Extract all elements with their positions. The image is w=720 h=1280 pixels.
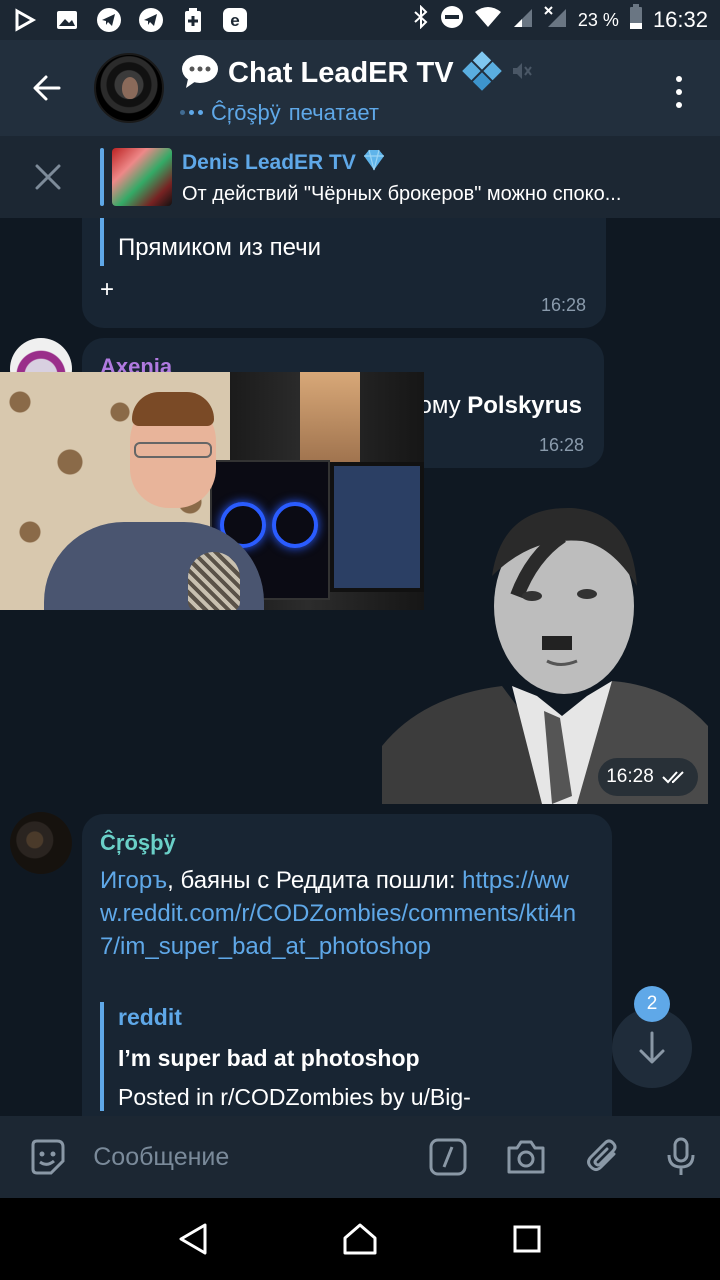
- quote-author: K.O.H.Я.: [118, 218, 321, 226]
- message-input[interactable]: [93, 1127, 394, 1187]
- quote-text: Прямиком из печи: [118, 234, 322, 261]
- system-nav-bar: [0, 1198, 720, 1280]
- nav-back-button[interactable]: [163, 1209, 223, 1269]
- pinned-accent-bar: [100, 148, 104, 206]
- back-button[interactable]: [0, 40, 94, 136]
- diamond-icon: [362, 149, 386, 177]
- typing-text: печатает: [288, 99, 379, 125]
- camera-button[interactable]: [487, 1116, 565, 1198]
- preview-description: Posted in r/CODZombies by u/Big-: [118, 1084, 471, 1110]
- emoji-button[interactable]: [0, 1116, 93, 1198]
- message-text: Игоръ, баяны с Реддита пошли: https://ww…: [100, 867, 577, 960]
- muted-icon: [510, 59, 534, 88]
- message-text: ому Polskyrus: [418, 392, 582, 419]
- pinned-thumbnail: [112, 148, 172, 206]
- message-time: 16:28: [538, 435, 584, 455]
- bluetooth-icon: [412, 4, 430, 35]
- more-menu-button[interactable]: [664, 72, 694, 112]
- home-icon: [343, 1223, 377, 1255]
- close-icon: [35, 164, 61, 190]
- paperclip-icon: [587, 1139, 617, 1171]
- arrow-left-icon: [33, 75, 61, 101]
- pinned-text: От действий "Чёрных брокеров" можно спок…: [182, 182, 622, 205]
- chevron-down-icon: [639, 1031, 665, 1064]
- reply-quote[interactable]: K.O.H.Я. Прямиком из печи: [100, 218, 321, 266]
- chat-info[interactable]: Chat LeadER TV Ĉŗōşþÿ печатает: [180, 50, 640, 126]
- wifi-icon: [474, 6, 502, 34]
- do-not-disturb-icon: [440, 5, 464, 35]
- gallery-icon: [54, 7, 80, 33]
- pip-video-player[interactable]: [0, 372, 424, 610]
- microphone-icon: [667, 1137, 695, 1175]
- nav-home-button[interactable]: [330, 1209, 390, 1269]
- battery-icon: [629, 4, 643, 36]
- attach-button[interactable]: [565, 1116, 643, 1198]
- preview-title: I’m super bad at photoshop: [118, 1045, 420, 1071]
- chat-avatar[interactable]: [94, 53, 164, 123]
- message-bubble[interactable]: Ĉŗōşþÿ Игоръ, баяны с Реддита пошли: htt…: [82, 814, 612, 1116]
- signal-icon: [512, 6, 534, 34]
- unread-badge: 2: [634, 986, 670, 1022]
- sticker-icon: [31, 1139, 65, 1175]
- link-preview[interactable]: reddit I’m super bad at photoshop Posted…: [100, 1002, 590, 1111]
- avatar[interactable]: [10, 812, 72, 874]
- voice-button[interactable]: [642, 1116, 720, 1198]
- message-text: +: [100, 276, 115, 303]
- nav-recents-button[interactable]: [497, 1209, 557, 1269]
- telegram-icon: [138, 7, 164, 33]
- double-check-icon: [662, 771, 684, 784]
- camera-icon: [507, 1140, 545, 1174]
- typing-status: Ĉŗōşþÿ печатает: [180, 100, 640, 126]
- commands-button[interactable]: [409, 1116, 487, 1198]
- chat-title: Chat LeadER TV: [228, 56, 454, 89]
- message-bubble[interactable]: K.O.H.Я. Прямиком из печи + 16:28: [82, 218, 606, 328]
- battery-percent: 23 %: [577, 9, 619, 30]
- email-icon: e: [222, 7, 248, 33]
- message-author: Ĉŗōşþÿ: [100, 830, 176, 855]
- status-bar: e 23 % 16:32: [0, 0, 720, 40]
- message-time: 16:28: [598, 758, 698, 796]
- message-list[interactable]: K.O.H.Я. Прямиком из печи + 16:28 Axenia…: [0, 218, 720, 1116]
- message-input-bar: [0, 1116, 720, 1198]
- play-store-icon: [12, 7, 38, 33]
- typing-dots-icon: [180, 110, 203, 115]
- close-pinned-button[interactable]: [0, 136, 96, 218]
- pinned-message[interactable]: Denis LeadER TV От действий "Чёрных брок…: [0, 136, 720, 218]
- battery-saver-icon: [180, 7, 206, 33]
- telegram-chat-screen: e 23 % 16:32 Chat LeadER TV Ĉŗōşþÿ печат…: [0, 0, 720, 1280]
- mention-link[interactable]: Игоръ: [100, 867, 167, 894]
- telegram-icon: [96, 7, 122, 33]
- triangle-back-icon: [179, 1223, 207, 1255]
- preview-site: reddit: [118, 1004, 182, 1030]
- diamond-icon: [461, 50, 502, 96]
- signal-x-icon: [544, 6, 568, 34]
- svg-text:e: e: [230, 11, 239, 30]
- clock: 16:32: [652, 7, 708, 32]
- message-time: 16:28: [540, 295, 586, 315]
- slash-command-icon: [429, 1138, 467, 1176]
- group-speech-icon: [180, 53, 220, 94]
- pinned-author: Denis LeadER TV: [182, 150, 356, 174]
- typing-user: Ĉŗōşþÿ: [211, 99, 281, 125]
- chat-header: Chat LeadER TV Ĉŗōşþÿ печатает: [0, 40, 720, 136]
- square-recents-icon: [513, 1225, 541, 1253]
